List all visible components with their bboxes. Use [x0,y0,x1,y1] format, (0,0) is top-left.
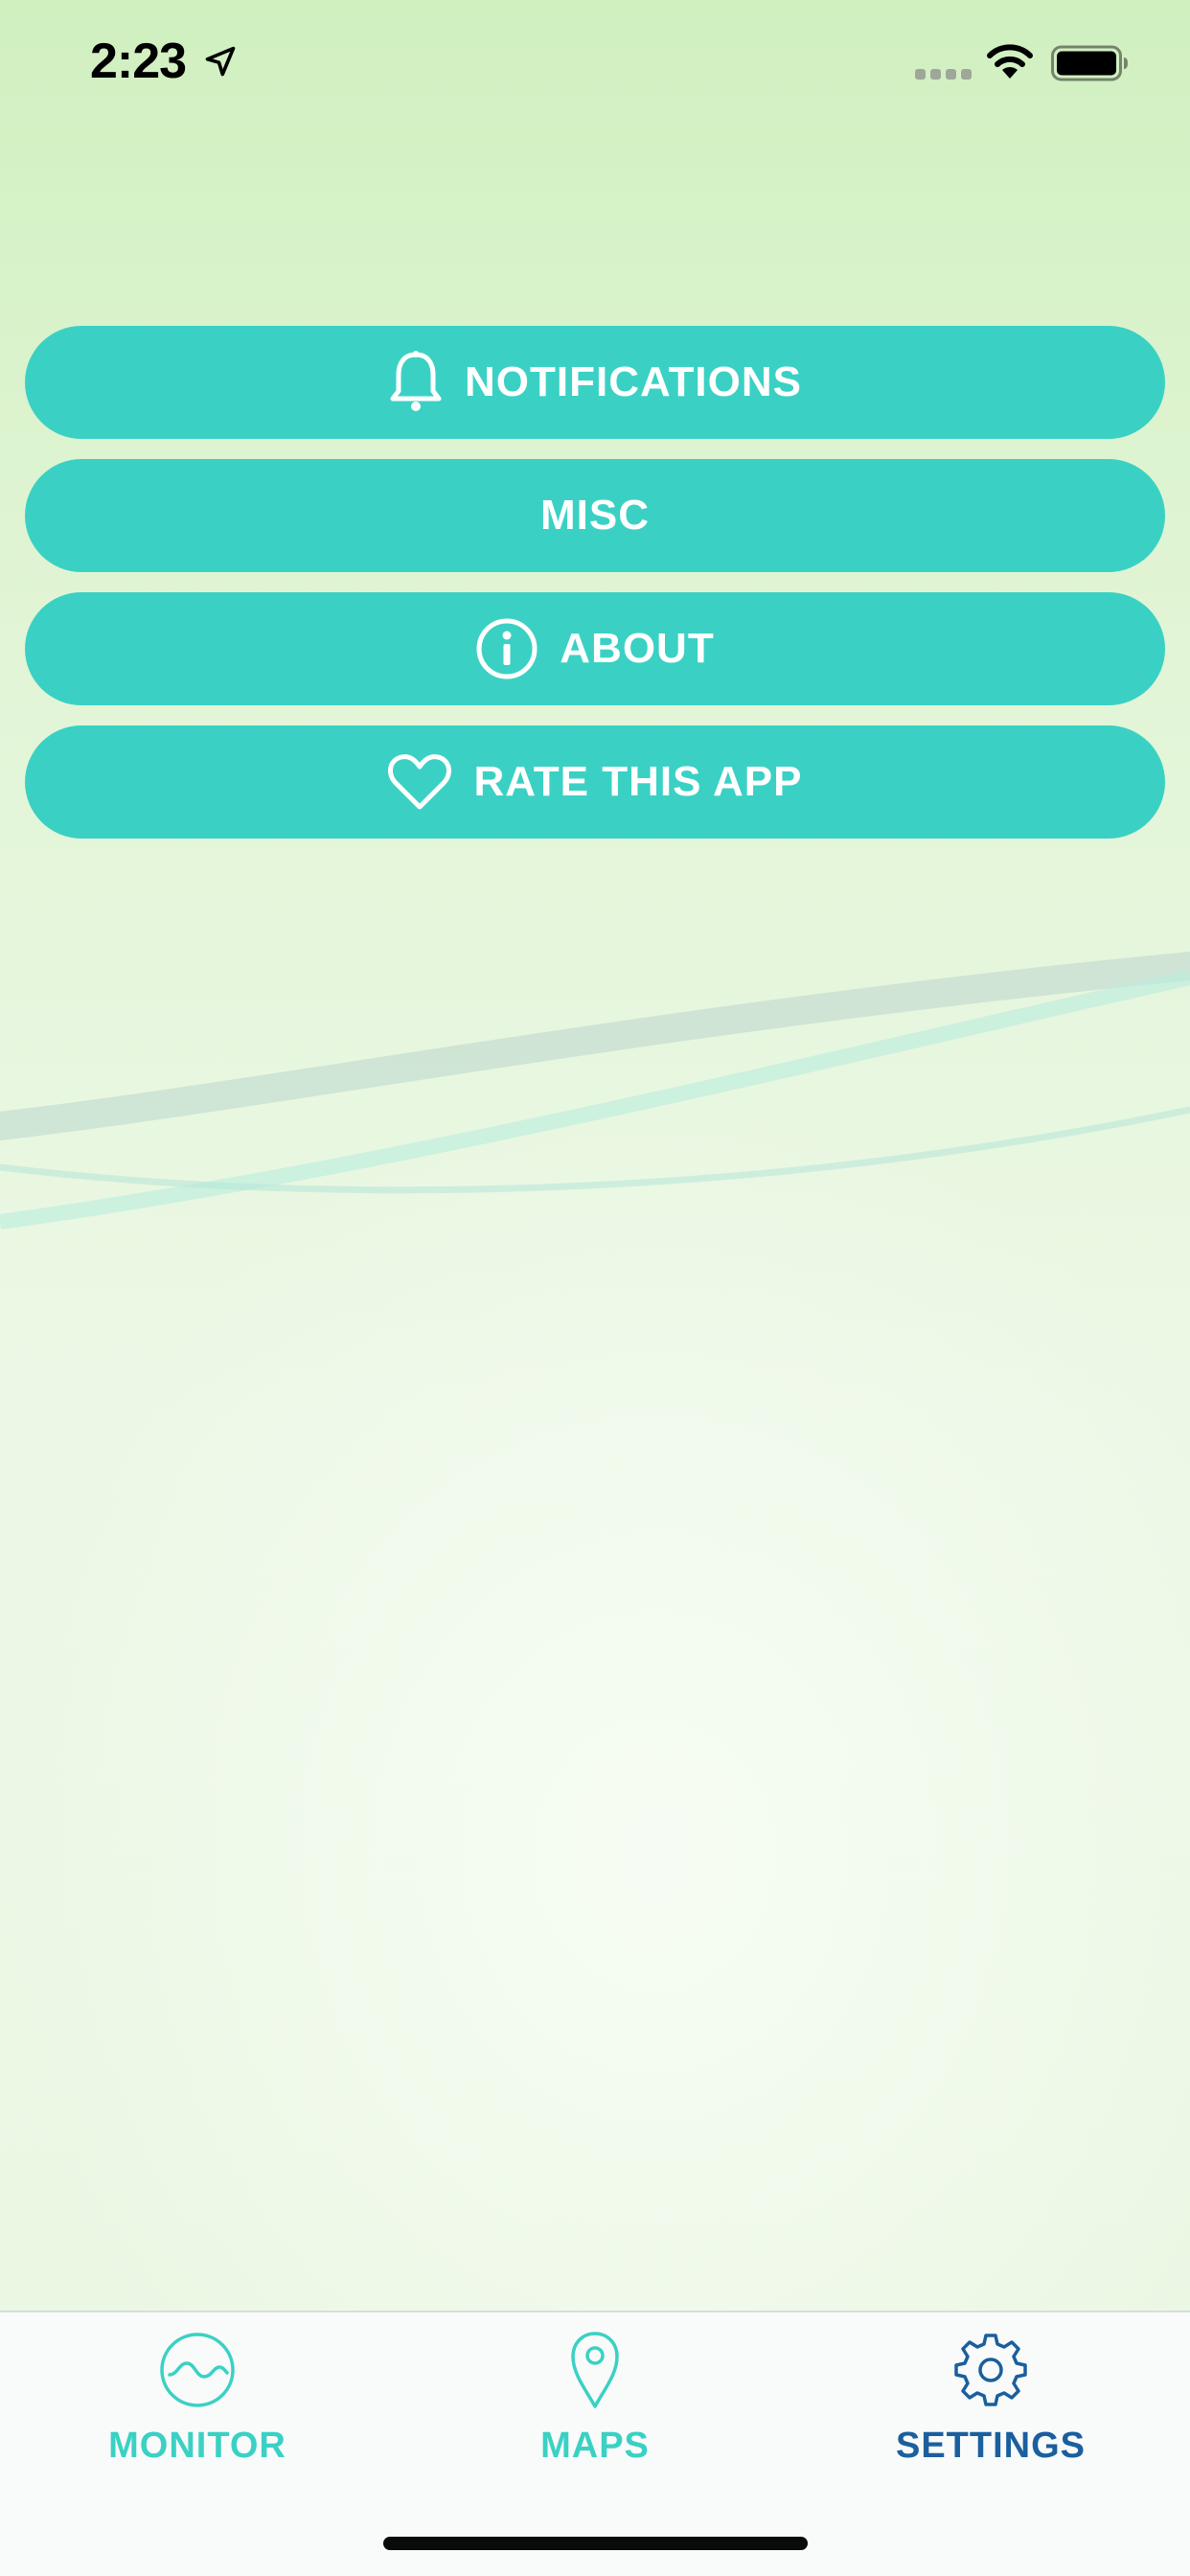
tab-maps-label: MAPS [540,2426,650,2466]
tab-monitor-label: MONITOR [108,2426,286,2466]
tab-monitor[interactable]: MONITOR [54,2330,341,2493]
background-waves [0,952,1190,1230]
notifications-label: NOTIFICATIONS [465,358,802,405]
home-indicator[interactable] [383,2537,808,2550]
cellular-signal-icon [915,69,973,80]
gear-icon [950,2330,1031,2410]
tab-maps[interactable]: MAPS [451,2330,739,2493]
map-pin-icon [555,2330,635,2410]
info-icon [475,617,538,680]
misc-label: MISC [540,492,650,539]
tab-settings[interactable]: SETTINGS [847,2330,1134,2493]
wave-circle-icon [157,2330,238,2410]
about-button[interactable]: ABOUT [25,592,1165,705]
heart-icon [387,752,452,812]
tab-settings-label: SETTINGS [895,2426,1087,2466]
status-bar: 2:23 [0,0,1190,126]
misc-button[interactable]: MISC [25,459,1165,572]
bell-icon [388,351,444,414]
settings-menu: NOTIFICATIONS MISC ABOUT RATE THIS APP [25,326,1165,859]
location-arrow-icon [205,46,236,77]
status-time: 2:23 [90,34,187,89]
rate-app-button[interactable]: RATE THIS APP [25,725,1165,839]
about-label: ABOUT [560,625,715,672]
rate-app-label: RATE THIS APP [473,758,803,805]
wifi-icon [987,44,1033,79]
battery-icon [1051,45,1128,81]
notifications-button[interactable]: NOTIFICATIONS [25,326,1165,439]
